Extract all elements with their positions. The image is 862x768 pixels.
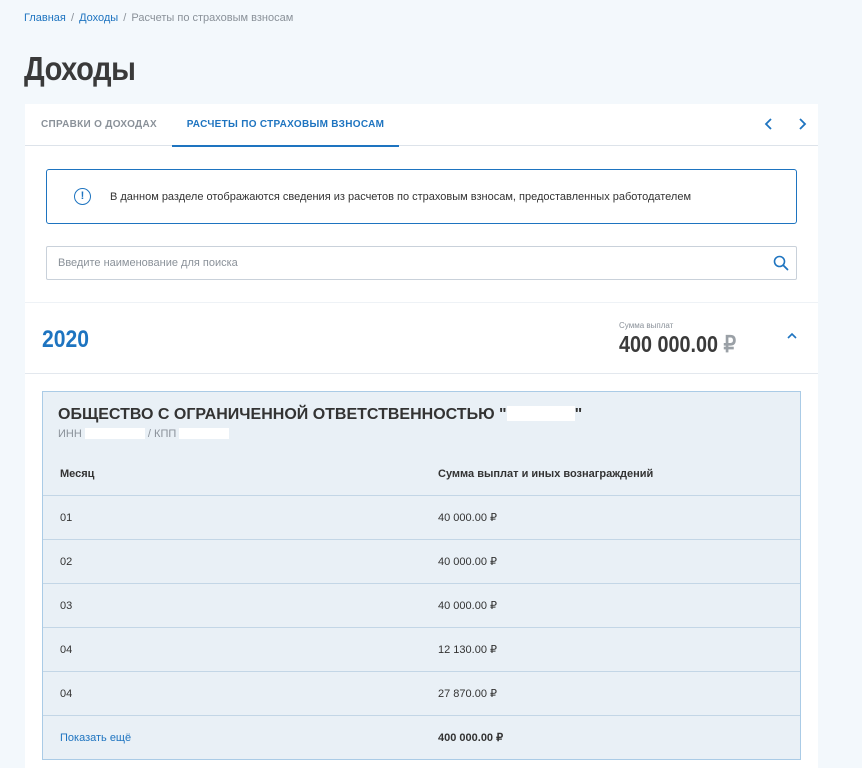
table-row: 03 40 000.00 ₽ bbox=[43, 584, 800, 628]
sum-amount: 400 000.00 bbox=[619, 331, 719, 357]
table-row: 01 40 000.00 ₽ bbox=[43, 496, 800, 540]
cell-month: 04 bbox=[60, 644, 73, 656]
chevron-left-icon bbox=[764, 118, 772, 130]
info-text: В данном разделе отображаются сведения и… bbox=[110, 190, 692, 203]
cell-amount: 40 000.00 ₽ bbox=[438, 556, 497, 568]
table-row: 04 12 130.00 ₽ bbox=[43, 628, 800, 672]
table-header: Месяц Сумма выплат и иных вознаграждений bbox=[43, 452, 800, 496]
organization-ids: ИНН / КПП bbox=[58, 428, 230, 440]
sum-value: 400 000.00 ₽ bbox=[619, 331, 736, 358]
redacted-inn bbox=[84, 428, 145, 439]
page-title: Доходы bbox=[24, 50, 136, 87]
cell-amount: 27 870.00 ₽ bbox=[438, 688, 497, 700]
cell-month: 03 bbox=[60, 600, 73, 612]
cell-amount: 12 130.00 ₽ bbox=[438, 644, 497, 656]
tab-bar: СПРАВКИ О ДОХОДАХ РАСЧЕТЫ ПО СТРАХОВЫМ В… bbox=[25, 104, 818, 147]
tabs-prev-button[interactable] bbox=[760, 115, 778, 133]
table-row: 02 40 000.00 ₽ bbox=[43, 540, 800, 584]
table-footer: Показать ещё 400 000.00 ₽ bbox=[43, 716, 800, 760]
chevron-right-icon bbox=[799, 118, 807, 130]
breadcrumb: Главная / Доходы / Расчеты по страховым … bbox=[24, 12, 293, 24]
organization-card: ОБЩЕСТВО С ОГРАНИЧЕННОЙ ОТВЕТСТВЕННОСТЬЮ… bbox=[42, 391, 801, 760]
breadcrumb-section-link[interactable]: Доходы bbox=[79, 12, 118, 24]
search-icon[interactable] bbox=[773, 255, 789, 271]
year-label: 2020 bbox=[42, 326, 89, 353]
breadcrumb-home-link[interactable]: Главная bbox=[24, 12, 66, 24]
inn-label: ИНН bbox=[58, 428, 82, 440]
tab-income-certificates[interactable]: СПРАВКИ О ДОХОДАХ bbox=[41, 104, 157, 146]
organization-name-suffix: " bbox=[574, 406, 583, 423]
breadcrumb-separator: / bbox=[70, 12, 74, 24]
table-total: 400 000.00 ₽ bbox=[438, 732, 504, 744]
info-banner: ! В данном разделе отображаются сведения… bbox=[46, 169, 797, 224]
table-row: 04 27 870.00 ₽ bbox=[43, 672, 800, 716]
show-more-link[interactable]: Показать ещё bbox=[60, 716, 131, 760]
redacted-name bbox=[506, 406, 575, 421]
payments-table: Месяц Сумма выплат и иных вознаграждений… bbox=[43, 452, 800, 760]
search-box bbox=[46, 246, 797, 280]
tab-insurance-calculations[interactable]: РАСЧЕТЫ ПО СТРАХОВЫМ ВЗНОСАМ bbox=[172, 104, 399, 147]
organization-name-prefix: ОБЩЕСТВО С ОГРАНИЧЕННОЙ ОТВЕТСТВЕННОСТЬЮ… bbox=[58, 406, 507, 423]
cell-month: 01 bbox=[60, 512, 73, 524]
collapse-button[interactable] bbox=[783, 329, 801, 347]
cell-month: 04 bbox=[60, 688, 73, 700]
column-header-amount: Сумма выплат и иных вознаграждений bbox=[438, 468, 654, 480]
cell-amount: 40 000.00 ₽ bbox=[438, 600, 497, 612]
currency-symbol: ₽ bbox=[723, 331, 737, 357]
organization-name: ОБЩЕСТВО С ОГРАНИЧЕННОЙ ОТВЕТСТВЕННОСТЬЮ… bbox=[58, 406, 582, 424]
redacted-kpp bbox=[179, 428, 230, 439]
column-header-month: Месяц bbox=[60, 468, 95, 480]
cell-amount: 40 000.00 ₽ bbox=[438, 512, 497, 524]
breadcrumb-separator: / bbox=[123, 12, 127, 24]
info-icon: ! bbox=[74, 188, 91, 205]
kpp-label: / КПП bbox=[147, 428, 177, 440]
breadcrumb-current: Расчеты по страховым взносам bbox=[131, 12, 294, 24]
chevron-up-icon bbox=[787, 332, 797, 339]
search-input[interactable] bbox=[47, 247, 747, 279]
main-card: СПРАВКИ О ДОХОДАХ РАСЧЕТЫ ПО СТРАХОВЫМ В… bbox=[25, 104, 818, 768]
cell-month: 02 bbox=[60, 556, 73, 568]
year-section-header[interactable]: 2020 Сумма выплат 400 000.00 ₽ bbox=[25, 302, 818, 374]
tabs-next-button[interactable] bbox=[793, 115, 811, 133]
sum-label: Сумма выплат bbox=[619, 321, 674, 330]
